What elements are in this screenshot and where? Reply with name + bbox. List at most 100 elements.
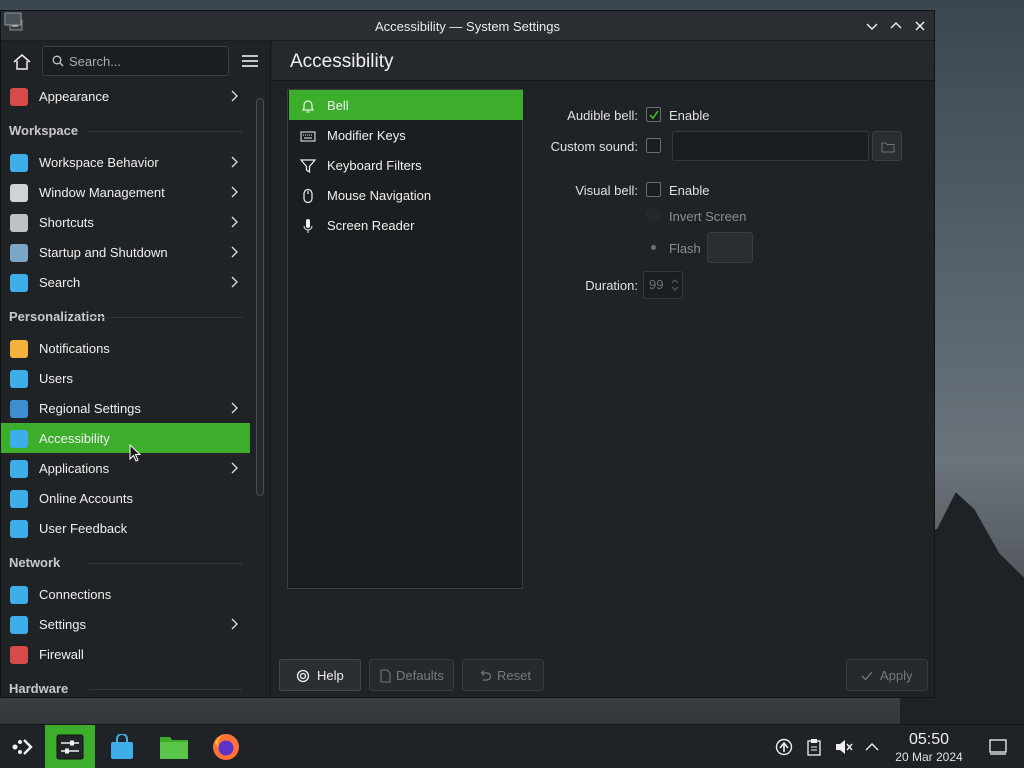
category-item-label: Mouse Navigation bbox=[327, 188, 432, 203]
reset-button-label: Reset bbox=[497, 668, 531, 683]
sidebar-item-label: Users bbox=[39, 371, 73, 386]
accessibility-icon bbox=[10, 430, 28, 448]
search-input[interactable] bbox=[69, 52, 224, 70]
clipboard-icon[interactable] bbox=[806, 738, 822, 756]
custom-sound-checkbox[interactable] bbox=[646, 138, 661, 153]
maximize-button[interactable] bbox=[888, 18, 904, 34]
sidebar-item-connections[interactable]: Connections bbox=[1, 579, 250, 609]
clock-time: 05:50 bbox=[908, 731, 950, 748]
undo-icon bbox=[480, 670, 492, 681]
flash-label: Flash bbox=[669, 241, 701, 256]
sidebar-item-firewall[interactable]: Firewall bbox=[1, 639, 250, 669]
mouse-icon bbox=[303, 188, 313, 204]
spin-arrows-icon[interactable] bbox=[671, 277, 679, 293]
keyboard-icon bbox=[300, 131, 316, 142]
category-item-bell[interactable]: Bell bbox=[289, 90, 523, 120]
category-item-keyboard-filters[interactable]: Keyboard Filters bbox=[289, 150, 523, 180]
checkmark-icon bbox=[861, 671, 873, 681]
app-launcher-button[interactable] bbox=[0, 725, 44, 768]
regional-settings-icon bbox=[10, 400, 28, 418]
section-divider bbox=[89, 689, 242, 690]
sidebar-item-window-management[interactable]: Window Management bbox=[1, 177, 250, 207]
workspace-behavior-icon bbox=[10, 154, 28, 172]
taskbar-file-manager[interactable] bbox=[152, 725, 196, 768]
minimize-button[interactable] bbox=[864, 18, 880, 34]
sidebar-item-label: Accessibility bbox=[39, 431, 110, 446]
chevron-up-icon[interactable] bbox=[865, 742, 879, 752]
sidebar-item-label: Window Management bbox=[39, 185, 165, 200]
apply-button-label: Apply bbox=[880, 668, 913, 683]
sidebar-item-label: Regional Settings bbox=[39, 401, 141, 416]
chevron-right-icon bbox=[231, 462, 238, 474]
sidebar-item-regional-settings[interactable]: Regional Settings bbox=[1, 393, 250, 423]
chevron-right-icon bbox=[231, 402, 238, 414]
category-item-screen-reader[interactable]: Screen Reader bbox=[289, 210, 523, 240]
reset-button[interactable]: Reset bbox=[462, 659, 544, 691]
sidebar-item-users[interactable]: Users bbox=[1, 363, 250, 393]
sidebar-item-appearance[interactable]: Appearance bbox=[1, 83, 250, 111]
sidebar-item-workspace-behavior[interactable]: Workspace Behavior bbox=[1, 147, 250, 177]
desktop-menu-icon[interactable] bbox=[4, 12, 22, 26]
taskbar-discover[interactable] bbox=[100, 725, 144, 768]
chevron-right-icon bbox=[231, 90, 238, 102]
sidebar-scrollbar[interactable] bbox=[256, 98, 264, 496]
users-icon bbox=[10, 370, 28, 388]
close-button[interactable] bbox=[912, 18, 928, 34]
show-desktop-icon[interactable] bbox=[989, 739, 1007, 755]
duration-spinbox[interactable]: 99 bbox=[643, 271, 683, 299]
sidebar-item-label: Workspace Behavior bbox=[39, 155, 159, 170]
sidebar-item-shortcuts[interactable]: Shortcuts bbox=[1, 207, 250, 237]
audible-bell-checkbox[interactable] bbox=[646, 107, 661, 122]
sidebar-item-label: Shortcuts bbox=[39, 215, 94, 230]
chevron-right-icon bbox=[231, 276, 238, 288]
sidebar-item-startup-and-shutdown[interactable]: Startup and Shutdown bbox=[1, 237, 250, 267]
window-management-icon bbox=[10, 184, 28, 202]
chevron-right-icon bbox=[231, 216, 238, 228]
connections-icon bbox=[10, 586, 28, 604]
sidebar-item-search[interactable]: Search bbox=[1, 267, 250, 297]
applications-icon bbox=[10, 460, 28, 478]
firefox-icon bbox=[213, 734, 239, 760]
checkmark-icon bbox=[649, 110, 659, 120]
section-divider bbox=[89, 563, 242, 564]
help-button[interactable]: Help bbox=[279, 659, 361, 691]
section-divider bbox=[89, 131, 242, 132]
network-settings-icon bbox=[10, 616, 28, 634]
clock[interactable]: 05:50 20 Mar 2024 bbox=[888, 731, 970, 764]
sidebar-item-label: User Feedback bbox=[39, 521, 128, 536]
sidebar-item-online-accounts[interactable]: Online Accounts bbox=[1, 483, 250, 513]
search-field[interactable] bbox=[42, 46, 229, 76]
update-notifier-icon[interactable] bbox=[775, 738, 793, 756]
visual-bell-enable-label: Enable bbox=[669, 183, 710, 198]
sidebar-item-applications[interactable]: Applications bbox=[1, 453, 250, 483]
taskbar: 05:50 20 Mar 2024 bbox=[0, 724, 1024, 768]
custom-sound-field[interactable] bbox=[672, 131, 869, 161]
category-item-mouse-navigation[interactable]: Mouse Navigation bbox=[289, 180, 523, 210]
volume-muted-icon[interactable] bbox=[834, 738, 854, 756]
category-item-modifier-keys[interactable]: Modifier Keys bbox=[289, 120, 523, 150]
browse-sound-button[interactable] bbox=[872, 131, 902, 161]
sidebar-item-settings[interactable]: Settings bbox=[1, 609, 250, 639]
sidebar-item-notifications[interactable]: Notifications bbox=[1, 333, 250, 363]
startup-shutdown-icon bbox=[10, 244, 28, 262]
apply-button[interactable]: Apply bbox=[846, 659, 928, 691]
invert-screen-radio[interactable] bbox=[646, 208, 661, 223]
sidebar-item-user-feedback[interactable]: User Feedback bbox=[1, 513, 250, 543]
defaults-button[interactable]: Defaults bbox=[369, 659, 454, 691]
invert-screen-label: Invert Screen bbox=[669, 209, 747, 224]
custom-sound-label: Custom sound: bbox=[550, 139, 638, 154]
home-icon[interactable] bbox=[11, 51, 33, 73]
taskbar-system-settings[interactable] bbox=[45, 725, 95, 768]
section-header: Hardware bbox=[9, 681, 69, 696]
window-title: Accessibility — System Settings bbox=[375, 19, 560, 34]
hamburger-menu-icon[interactable] bbox=[241, 53, 259, 69]
taskbar-firefox[interactable] bbox=[204, 725, 248, 768]
visual-bell-checkbox[interactable] bbox=[646, 182, 661, 197]
flash-color-button[interactable] bbox=[707, 232, 753, 263]
audible-bell-label: Audible bell: bbox=[567, 108, 638, 123]
visual-bell-label: Visual bell: bbox=[575, 183, 638, 198]
flash-radio[interactable] bbox=[646, 240, 661, 255]
appearance-icon bbox=[10, 88, 28, 106]
duration-value: 99 bbox=[649, 277, 664, 292]
sidebar-item-accessibility[interactable]: Accessibility bbox=[1, 423, 250, 453]
